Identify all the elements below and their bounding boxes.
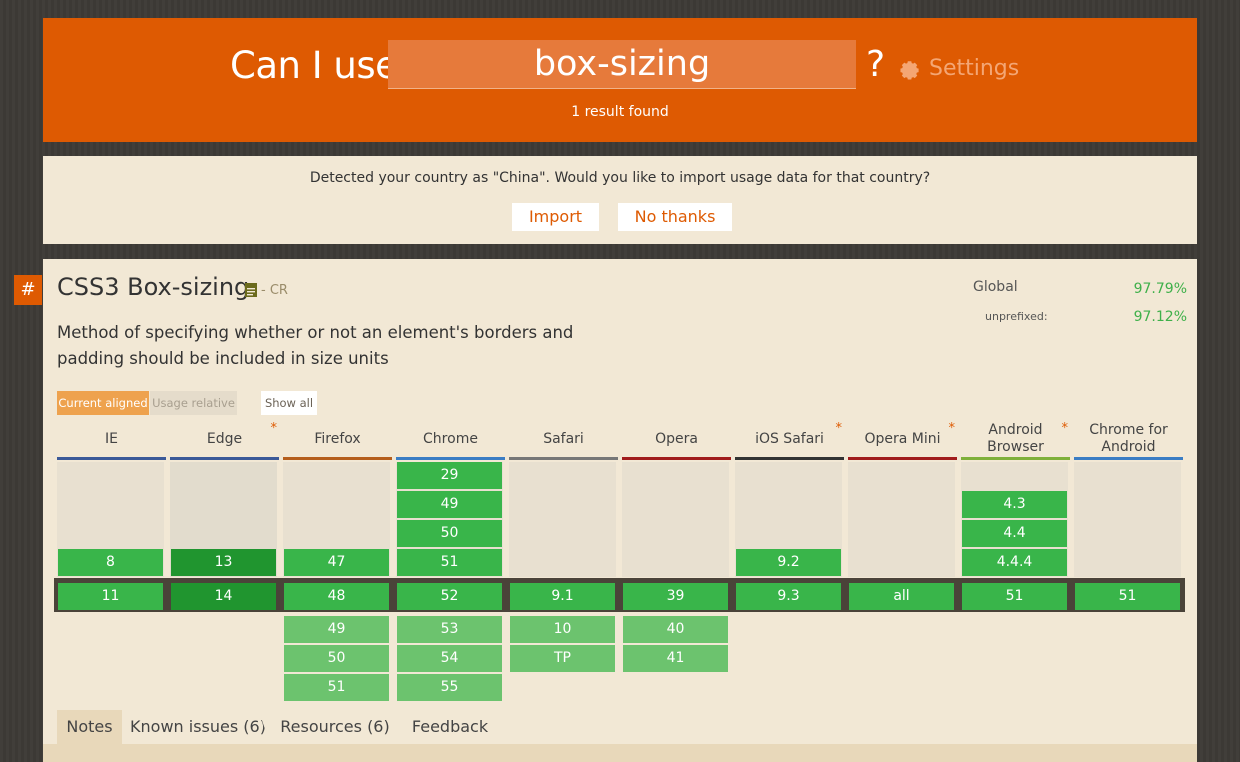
current-version-cell[interactable]: 51 [962,583,1067,610]
version-cell[interactable]: 9.2 [736,549,841,576]
future-version-cell[interactable]: 50 [284,645,389,672]
prefix-note-star[interactable]: * [949,420,956,437]
country-message: Detected your country as "China". Would … [309,170,931,186]
tab-resources[interactable]: Resources (6) [274,710,396,744]
current-version-cell[interactable]: all [849,583,954,610]
version-cell[interactable]: 4.4 [962,520,1067,547]
spec-status[interactable]: - CR [261,283,288,298]
browser-name: Opera [655,430,698,447]
usage-relative-toggle[interactable]: Usage relative [150,391,237,415]
settings-button[interactable]: Settings [899,56,1019,81]
browser-name: Safari [543,430,584,447]
browser-header-safari: Safari [509,422,618,456]
browser-header-chrome: Chrome [396,422,505,456]
global-label: Global [973,279,1018,295]
future-version-cell[interactable]: 10 [510,616,615,643]
unprefixed-value: 97.12% [1133,309,1187,325]
version-cell[interactable]: 51 [397,549,502,576]
browser-header-opera: Opera [622,422,731,456]
unprefixed-label: unprefixed: [985,310,1048,323]
future-version-cell[interactable]: 51 [284,674,389,701]
browser-color-bar [396,457,505,460]
version-cell[interactable]: 4.4.4 [962,549,1067,576]
gear-icon [900,60,919,79]
browser-header-ie: IE [57,422,166,456]
browser-color-bar [848,457,957,460]
browser-name: IE [105,430,118,447]
current-version-cell[interactable]: 52 [397,583,502,610]
browser-color-bar [961,457,1070,460]
prefix-note-star[interactable]: * [836,420,843,437]
browser-header-android-browser: Android Browser * [961,420,1070,456]
result-count: 1 result found [571,104,669,120]
browser-name: Firefox [314,430,361,447]
browser-color-bar [622,457,731,460]
browser-color-bar [283,457,392,460]
current-version-cell[interactable]: 48 [284,583,389,610]
tab-feedback[interactable]: Feedback [400,710,500,744]
browser-column-bg [1074,462,1181,577]
search-header: Can I use box-sizing ? Settings 1 result… [43,18,1197,142]
future-version-cell[interactable]: 40 [623,616,728,643]
browser-name: iOS Safari [755,430,824,447]
no-thanks-button[interactable]: No thanks [618,203,732,231]
browser-header-opera-mini: Opera Mini * [848,420,957,456]
browser-column-bg [622,462,729,577]
settings-label: Settings [929,56,1020,81]
browser-color-bar [170,457,279,460]
tab-known-issues[interactable]: Known issues (6) [126,710,270,744]
global-value: 97.79% [1133,281,1187,297]
show-all-button[interactable]: Show all [261,391,317,415]
future-version-cell[interactable]: 54 [397,645,502,672]
version-cell[interactable]: 49 [397,491,502,518]
browser-name: Chrome for Android [1089,422,1168,455]
browser-color-bar [509,457,618,460]
browser-name: Opera Mini [864,430,941,447]
browser-column-bg [509,462,616,577]
current-version-cell[interactable]: 9.3 [736,583,841,610]
future-version-cell[interactable]: 53 [397,616,502,643]
browser-name: Edge [206,430,243,447]
browser-color-bar [1074,457,1183,460]
permalink-hash[interactable]: # [14,275,42,305]
browser-color-bar [735,457,844,460]
version-cell[interactable]: 29 [397,462,502,489]
question-mark: ? [866,44,886,85]
future-version-cell[interactable]: TP [510,645,615,672]
can-i-use-label: Can I use [230,44,398,87]
current-version-cell[interactable]: 9.1 [510,583,615,610]
prefix-note-star[interactable]: * [271,420,278,437]
future-version-cell[interactable]: 49 [284,616,389,643]
current-version-cell[interactable]: 39 [623,583,728,610]
version-cell[interactable]: 8 [58,549,163,576]
spec-document-icon[interactable] [245,283,257,297]
prefix-note-star[interactable]: * [1062,420,1069,437]
country-import-banner: Detected your country as "China". Would … [43,156,1197,244]
future-version-cell[interactable]: 41 [623,645,728,672]
current-version-cell[interactable]: 11 [58,583,163,610]
current-version-cell[interactable]: 14 [171,583,276,610]
browser-header-chrome-for-android: Chrome for Android [1074,422,1183,456]
version-cell[interactable]: 4.3 [962,491,1067,518]
version-cell[interactable]: 50 [397,520,502,547]
browser-name: Chrome [423,430,478,447]
browser-header-edge: Edge * [170,420,279,456]
feature-title: CSS3 Box-sizing [57,273,250,301]
feature-description: Method of specifying whether or not an e… [57,323,574,368]
tab-notes[interactable]: Notes [57,710,122,744]
notes-content [43,744,1197,762]
search-input[interactable]: box-sizing [388,40,856,89]
browser-name: Android Browser [987,422,1044,455]
import-button[interactable]: Import [512,203,599,231]
browser-column-bg [848,462,955,577]
browser-header-firefox: Firefox [283,422,392,456]
version-cell[interactable]: 13 [171,549,276,576]
current-version-cell[interactable]: 51 [1075,583,1180,610]
version-cell[interactable]: 47 [284,549,389,576]
future-version-cell[interactable]: 55 [397,674,502,701]
browser-header-ios-safari: iOS Safari * [735,420,844,456]
browser-color-bar [57,457,166,460]
current-aligned-toggle[interactable]: Current aligned [57,391,149,415]
